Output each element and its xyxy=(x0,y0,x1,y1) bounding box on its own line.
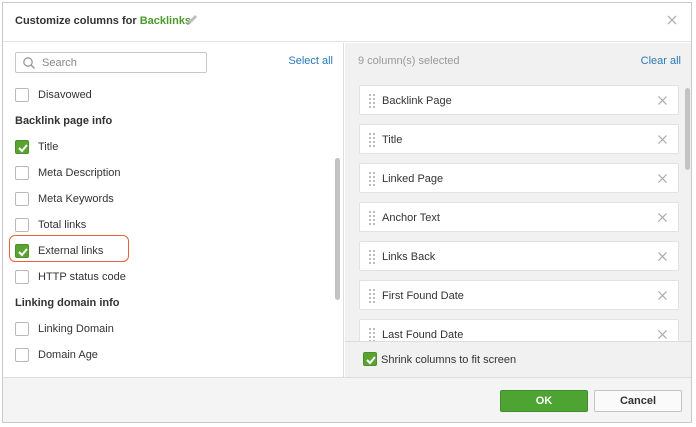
selected-column-item[interactable]: Anchor Text xyxy=(359,202,679,232)
drag-handle-icon[interactable] xyxy=(368,132,376,148)
shrink-columns-label: Shrink columns to fit screen xyxy=(381,354,517,366)
left-scrollbar[interactable] xyxy=(333,85,343,377)
checkmark-icon xyxy=(18,144,28,153)
column-option-label: Total links xyxy=(38,219,87,231)
column-option[interactable]: Meta Keywords xyxy=(3,188,323,210)
available-columns-panel: Select all Disavowed Backlink page info Ti… xyxy=(3,43,344,377)
selected-column-label: Backlink Page xyxy=(382,95,452,107)
selected-columns-list: Backlink Page Title Linked Page Anchor Text… xyxy=(345,82,691,342)
column-option-label: Linking Domain xyxy=(38,323,114,335)
column-option[interactable]: Meta Description xyxy=(3,162,323,184)
drag-handle-icon[interactable] xyxy=(368,288,376,304)
selected-column-item[interactable]: Linked Page xyxy=(359,163,679,193)
dialog-title: Customize columns for Backlinks xyxy=(15,15,191,27)
column-checkbox[interactable] xyxy=(15,166,29,180)
customize-columns-dialog: Customize columns for Backlinks Select a… xyxy=(2,2,692,423)
right-scrollbar[interactable] xyxy=(684,84,690,340)
dialog-title-accent: Backlinks xyxy=(139,15,192,27)
dialog-footer: OK Cancel xyxy=(3,377,691,422)
column-checkbox[interactable] xyxy=(15,140,29,154)
column-option[interactable]: HTTP status code xyxy=(3,266,323,288)
column-option-label: Meta Keywords xyxy=(38,193,114,205)
selected-column-label: Linked Page xyxy=(382,173,444,185)
selected-column-item[interactable]: Title xyxy=(359,124,679,154)
drag-handle-icon[interactable] xyxy=(368,93,376,109)
shrink-columns-option[interactable]: Shrink columns to fit screen xyxy=(345,341,691,377)
column-checkbox[interactable] xyxy=(15,270,29,284)
dialog-title-prefix: Customize columns for xyxy=(15,15,137,27)
selected-column-item[interactable]: Last Found Date xyxy=(359,319,679,342)
checkmark-icon xyxy=(366,356,376,365)
dialog-header: Customize columns for Backlinks xyxy=(3,3,691,42)
remove-icon[interactable] xyxy=(657,251,668,262)
column-option-label: Title xyxy=(38,141,59,153)
selected-count: 9 column(s) selected xyxy=(358,55,460,67)
section-heading: Backlink page info xyxy=(15,115,113,127)
remove-icon[interactable] xyxy=(657,134,668,145)
selected-column-label: Last Found Date xyxy=(382,329,464,341)
selected-column-label: First Found Date xyxy=(382,290,464,302)
section-heading: Linking domain info xyxy=(15,297,120,309)
column-checkbox[interactable] xyxy=(15,322,29,336)
column-option-label: HTTP status code xyxy=(38,271,126,283)
column-checkbox[interactable] xyxy=(15,192,29,206)
column-option[interactable]: Disavowed xyxy=(3,84,323,106)
drag-handle-icon[interactable] xyxy=(368,327,376,342)
selected-column-label: Links Back xyxy=(382,251,436,263)
column-option-label: Domain Age xyxy=(38,349,98,361)
selected-column-label: Title xyxy=(382,134,403,146)
available-columns-list: Disavowed Backlink page info Title Meta Des… xyxy=(3,82,333,377)
column-option-label: Disavowed xyxy=(38,89,92,101)
drag-handle-icon[interactable] xyxy=(368,249,376,265)
column-checkbox[interactable] xyxy=(15,218,29,232)
selected-column-item[interactable]: Backlink Page xyxy=(359,85,679,115)
selected-column-item[interactable]: Links Back xyxy=(359,241,679,271)
column-option[interactable]: Total links xyxy=(3,214,323,236)
remove-icon[interactable] xyxy=(657,290,668,301)
search-icon xyxy=(23,57,36,70)
drag-handle-icon[interactable] xyxy=(368,171,376,187)
select-all-link[interactable]: Select all xyxy=(288,55,333,67)
column-checkbox[interactable] xyxy=(15,88,29,102)
selected-column-label: Anchor Text xyxy=(382,212,440,224)
remove-icon[interactable] xyxy=(657,95,668,106)
selected-columns-panel: 9 column(s) selected Clear all Backlink … xyxy=(345,43,691,377)
cancel-button[interactable]: Cancel xyxy=(594,390,682,412)
column-option-label: Meta Description xyxy=(38,167,121,179)
column-checkbox[interactable] xyxy=(15,348,29,362)
left-scrollbar-thumb[interactable] xyxy=(335,158,340,300)
column-option[interactable]: Linking Domain xyxy=(3,318,323,340)
ok-button[interactable]: OK xyxy=(500,390,588,412)
drag-handle-icon[interactable] xyxy=(368,210,376,226)
shrink-columns-checkbox[interactable] xyxy=(363,352,377,366)
right-scrollbar-thumb[interactable] xyxy=(685,88,690,170)
highlight-annotation xyxy=(9,235,129,262)
close-icon[interactable] xyxy=(665,13,679,27)
remove-icon[interactable] xyxy=(657,212,668,223)
search-box xyxy=(15,52,207,73)
remove-icon[interactable] xyxy=(657,329,668,340)
pencil-icon[interactable] xyxy=(185,13,199,27)
column-option[interactable]: Title xyxy=(3,136,323,158)
search-input[interactable] xyxy=(42,55,202,70)
selected-column-item[interactable]: First Found Date xyxy=(359,280,679,310)
column-option[interactable]: Domain Age xyxy=(3,344,323,366)
remove-icon[interactable] xyxy=(657,173,668,184)
clear-all-link[interactable]: Clear all xyxy=(641,55,681,67)
